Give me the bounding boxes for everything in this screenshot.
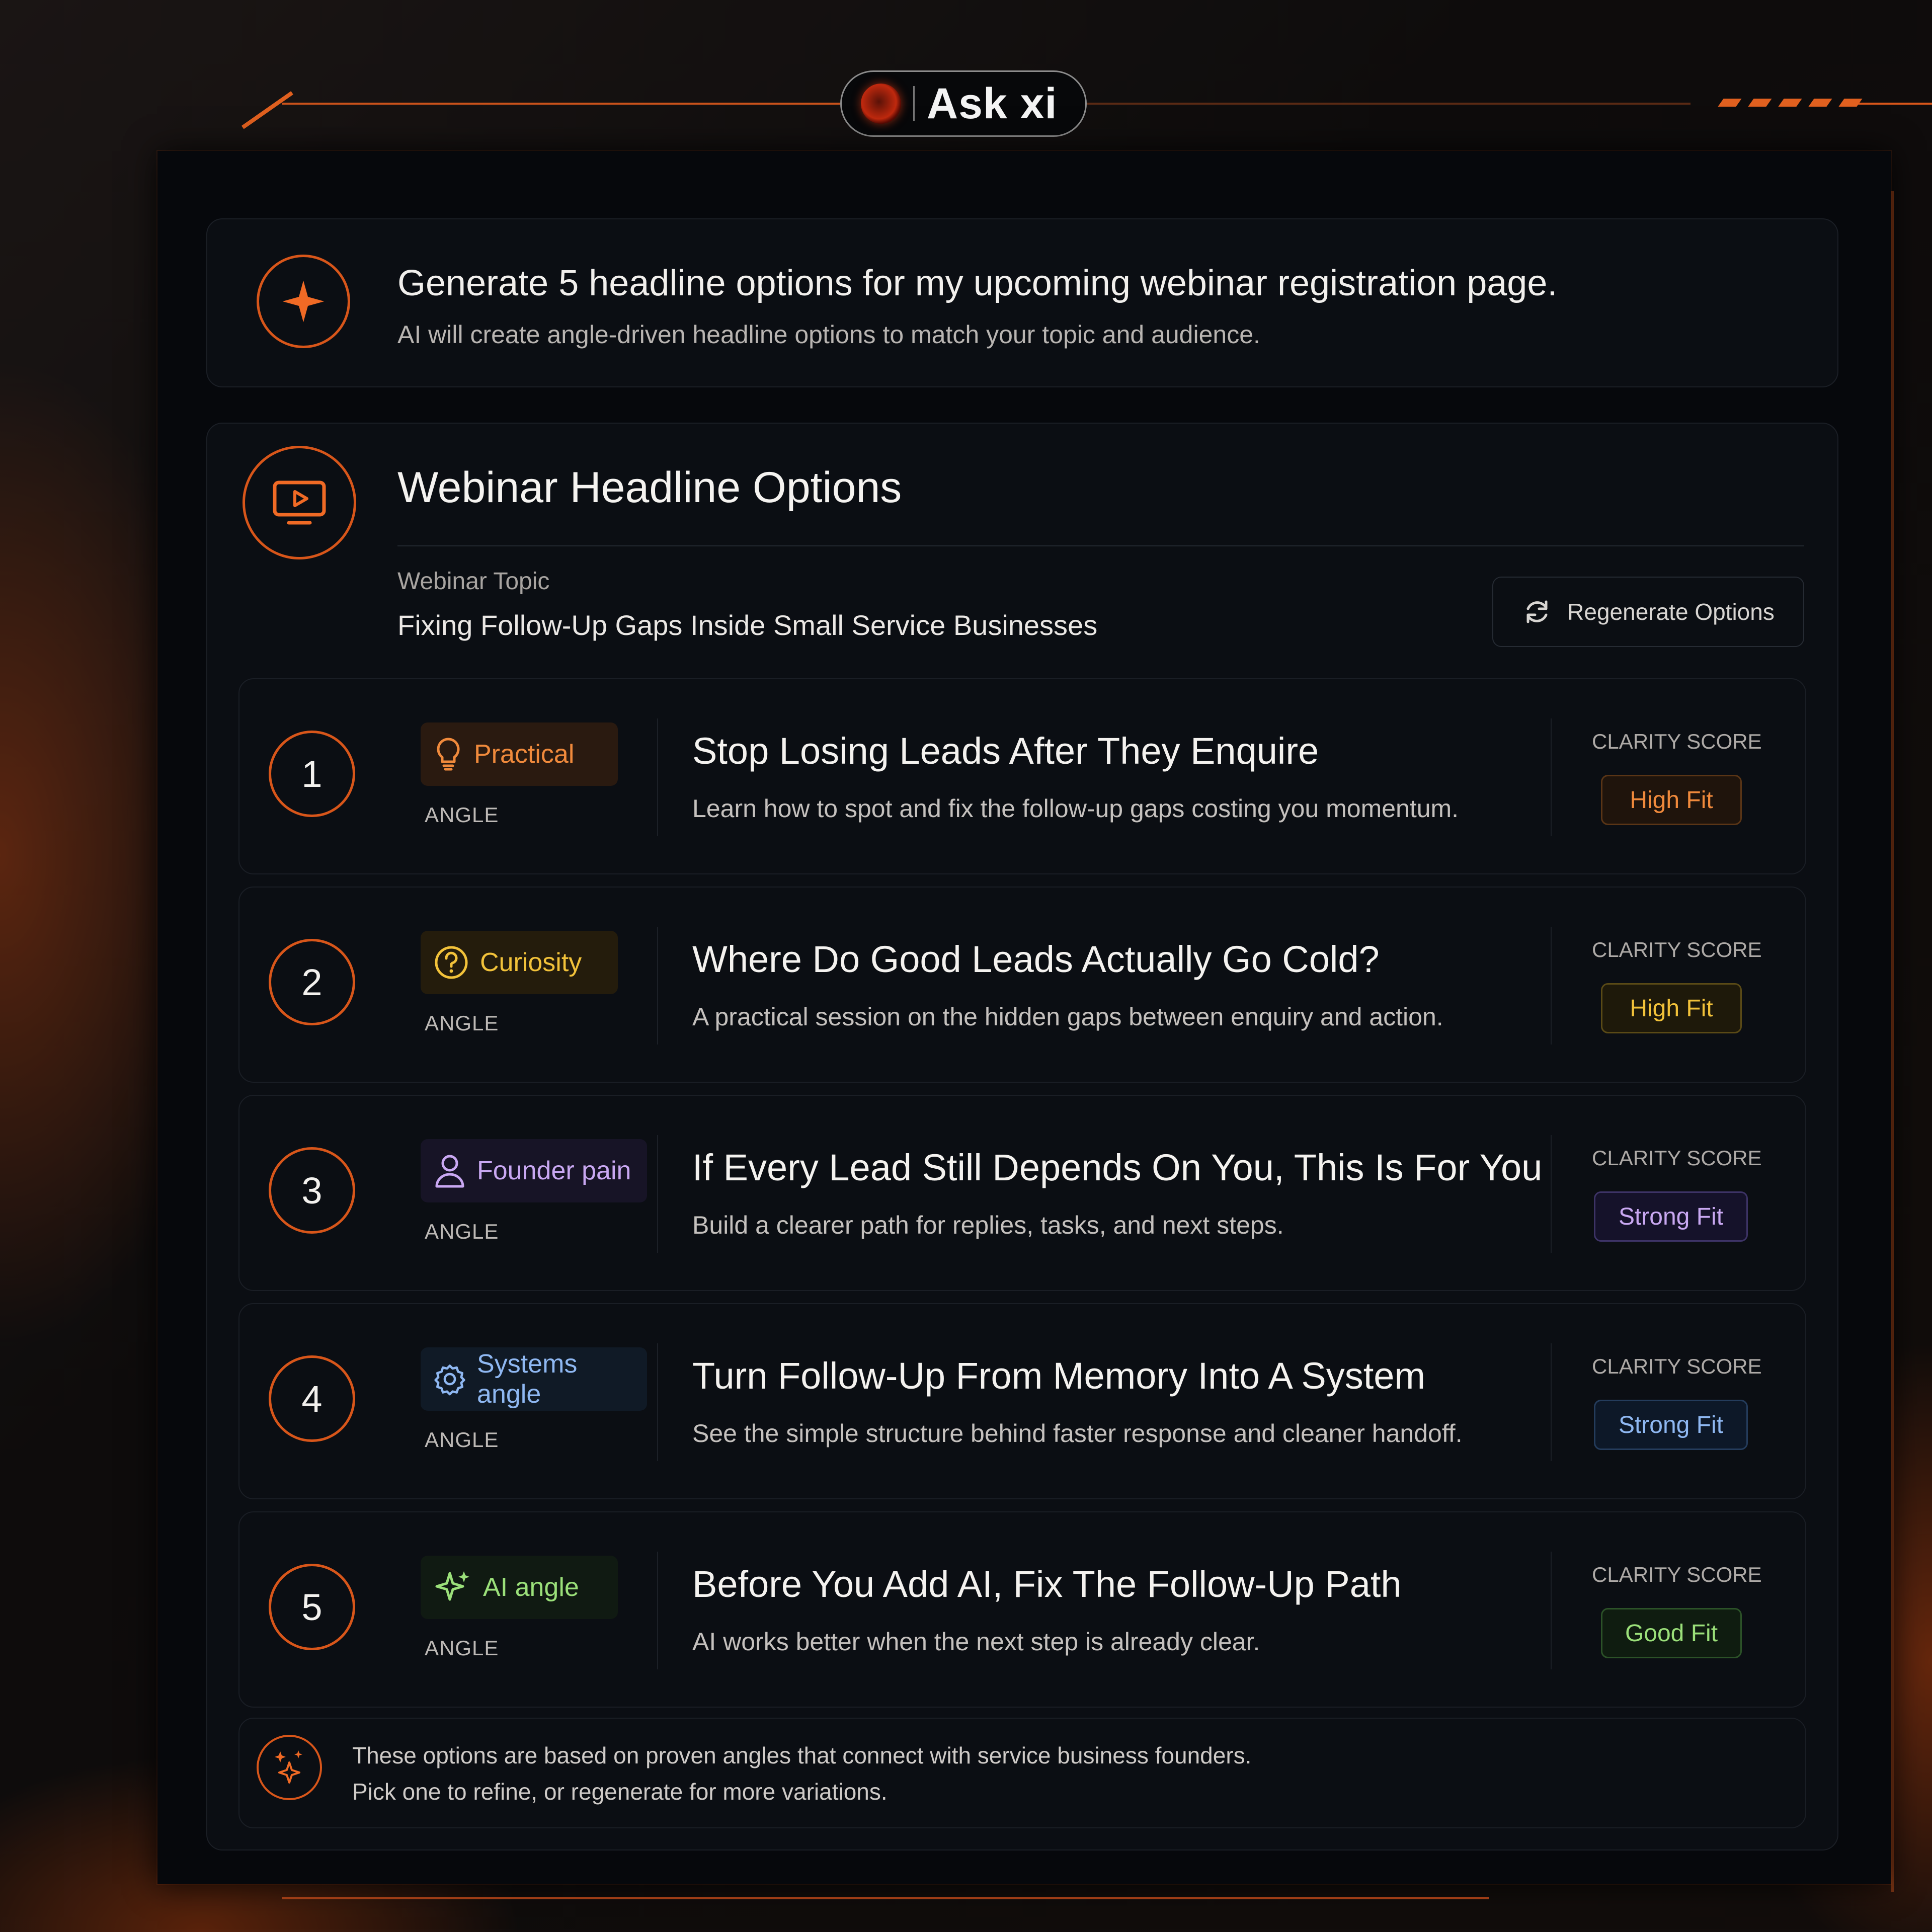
- angle-caption: ANGLE: [425, 1428, 499, 1452]
- fit-badge: Strong Fit: [1594, 1400, 1748, 1450]
- headline-subtitle: Build a clearer path for replies, tasks,…: [692, 1211, 1284, 1239]
- footer-note-line-2: Pick one to refine, or regenerate for mo…: [352, 1779, 888, 1805]
- frame-line-top-left-diag: [242, 91, 293, 129]
- option-number: 4: [269, 1355, 355, 1442]
- row-separator: [657, 1135, 658, 1253]
- topic-label: Webinar Topic: [397, 568, 550, 595]
- footer-note-line-1: These options are based on proven angles…: [352, 1742, 1252, 1768]
- headline-title: Turn Follow-Up From Memory Into A System: [692, 1355, 1426, 1397]
- frame-line-right: [1891, 191, 1894, 1892]
- clarity-score-label: CLARITY SCORE: [1592, 730, 1762, 753]
- angle-name: Curiosity: [480, 948, 582, 977]
- frame-line-top-right: [1087, 103, 1691, 105]
- app-name: Ask xi: [927, 79, 1058, 128]
- sparkles-chat-icon: [257, 1735, 322, 1800]
- headline-subtitle: AI works better when the next step is al…: [692, 1628, 1260, 1656]
- frame-line-top-right-end: [1852, 103, 1932, 105]
- option-row-4[interactable]: 4 Systems angle ANGLE Turn Follow-Up Fro…: [238, 1303, 1806, 1499]
- frame-line-top-left: [282, 103, 840, 105]
- angle-caption: ANGLE: [425, 1220, 499, 1243]
- row-separator: [1551, 1552, 1552, 1669]
- row-separator: [657, 1552, 658, 1669]
- badge-separator: [913, 86, 915, 121]
- option-number: 3: [269, 1147, 355, 1234]
- fit-badge: High Fit: [1601, 775, 1742, 825]
- options-title: Webinar Headline Options: [397, 463, 902, 512]
- gear-icon: [434, 1364, 465, 1396]
- fit-badge: Strong Fit: [1594, 1191, 1748, 1242]
- headline-title: Stop Losing Leads After They Enquire: [692, 730, 1319, 772]
- headline-title: If Every Lead Still Depends On You, This…: [692, 1147, 1543, 1188]
- title-divider: [397, 545, 1804, 546]
- refresh-icon: [1526, 600, 1548, 623]
- option-row-2[interactable]: 2 Curiosity ANGLE Where Do Good Leads Ac…: [238, 887, 1806, 1083]
- headline-title: Before You Add AI, Fix The Follow-Up Pat…: [692, 1563, 1402, 1605]
- row-separator: [1551, 1135, 1552, 1253]
- angle-name: AI angle: [483, 1573, 579, 1602]
- row-separator: [657, 718, 658, 836]
- row-separator: [657, 1343, 658, 1461]
- angle-caption: ANGLE: [425, 803, 499, 827]
- angle-tag: Curiosity: [421, 931, 618, 994]
- lightbulb-icon: [437, 738, 460, 771]
- angle-tag: Practical: [421, 722, 618, 786]
- headline-title: Where Do Good Leads Actually Go Cold?: [692, 938, 1380, 980]
- angle-name: Systems angle: [477, 1349, 578, 1409]
- question-icon: [435, 946, 468, 979]
- headline-subtitle: See the simple structure behind faster r…: [692, 1419, 1463, 1447]
- option-number: 1: [269, 731, 355, 817]
- footer-note: These options are based on proven angles…: [238, 1718, 1806, 1828]
- option-number: 2: [269, 939, 355, 1025]
- ask-xi-logo-icon: [861, 84, 901, 124]
- regenerate-label: Regenerate Options: [1567, 599, 1775, 625]
- row-separator: [1551, 718, 1552, 836]
- angle-tag: Systems angle: [421, 1347, 647, 1411]
- sparkle-icon: [435, 1571, 469, 1601]
- headline-subtitle: A practical session on the hidden gaps b…: [692, 1003, 1443, 1031]
- frame-dash-marks: [1718, 99, 1863, 107]
- option-number: 5: [269, 1564, 355, 1650]
- row-separator: [1551, 927, 1552, 1044]
- prompt-subtitle: AI will create angle-driven headline opt…: [397, 320, 1260, 349]
- row-separator: [657, 927, 658, 1044]
- option-row-5[interactable]: 5 AI angle ANGLE Before You Add AI, Fix …: [238, 1511, 1806, 1708]
- angle-caption: ANGLE: [425, 1011, 499, 1035]
- angle-caption: ANGLE: [425, 1636, 499, 1660]
- regenerate-button[interactable]: Regenerate Options: [1492, 577, 1804, 647]
- clarity-score-label: CLARITY SCORE: [1592, 1354, 1762, 1378]
- angle-tag: AI angle: [421, 1556, 618, 1619]
- angle-tag: Founder pain: [421, 1139, 647, 1202]
- topic-value: Fixing Follow-Up Gaps Inside Small Servi…: [397, 609, 1098, 641]
- prompt-title: Generate 5 headline options for my upcom…: [397, 263, 1558, 303]
- clarity-score-label: CLARITY SCORE: [1592, 1146, 1762, 1170]
- sparkle-star-icon: [257, 255, 350, 348]
- ask-xi-badge: Ask xi: [840, 70, 1087, 137]
- angle-name: Practical: [474, 740, 575, 769]
- option-row-1[interactable]: 1 Practical ANGLE Stop Losing Leads Afte…: [238, 678, 1806, 874]
- fit-badge: High Fit: [1601, 983, 1742, 1033]
- webinar-screen-icon: [243, 446, 356, 559]
- angle-name: Founder pain: [477, 1156, 631, 1185]
- clarity-score-label: CLARITY SCORE: [1592, 1563, 1762, 1586]
- option-row-3[interactable]: 3 Founder pain ANGLE If Every Lead Still…: [238, 1095, 1806, 1291]
- person-icon: [435, 1155, 464, 1188]
- row-separator: [1551, 1343, 1552, 1461]
- headline-subtitle: Learn how to spot and fix the follow-up …: [692, 794, 1459, 823]
- clarity-score-label: CLARITY SCORE: [1592, 938, 1762, 961]
- frame-line-bottom: [282, 1897, 1489, 1899]
- fit-badge: Good Fit: [1601, 1608, 1742, 1658]
